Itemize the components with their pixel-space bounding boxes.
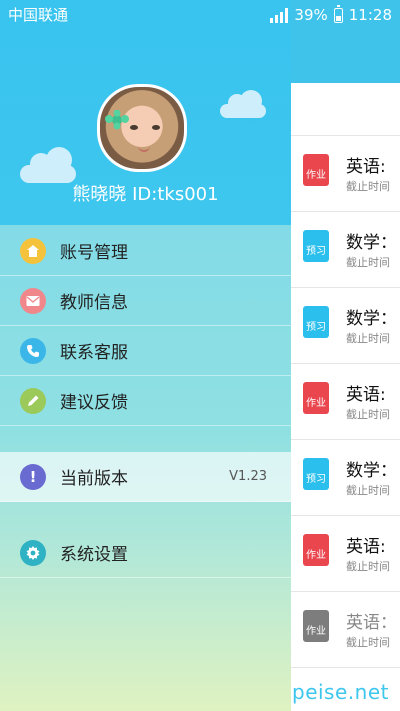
task-item[interactable]: 预习 数学： 截止时间 — [291, 440, 400, 516]
signal-icon — [270, 7, 289, 23]
user-name-id: 熊晓晓 ID:tks001 — [72, 184, 219, 205]
task-item[interactable]: 作业 英语: 截止时间 — [291, 364, 400, 440]
home-icon — [20, 237, 46, 264]
task-item[interactable]: 作业 英语: 截止时间 — [291, 516, 400, 592]
menu-label: 账号管理 — [60, 243, 128, 263]
task-list-panel: 作业 英语: 截止时间 预习 数学： 截止时间 预习 数学： 截止时间 作业 英… — [291, 83, 400, 711]
task-deadline: 截止时间 — [346, 408, 390, 421]
task-subject: 英语： — [346, 613, 397, 633]
menu-item-feedback[interactable]: 建议反馈 — [0, 376, 291, 426]
menu-item-customer-service[interactable]: 联系客服 — [0, 326, 291, 376]
task-deadline: 截止时间 — [346, 180, 390, 193]
pencil-icon — [20, 387, 46, 414]
menu-label: 当前版本 — [60, 469, 128, 489]
task-item[interactable]: 预习 数学： 截止时间 — [291, 212, 400, 288]
preview-icon: 预习 — [303, 455, 329, 490]
flower-icon — [103, 110, 131, 130]
menu-label: 建议反馈 — [60, 393, 128, 413]
status-indicators: 39% 11:28 — [270, 0, 392, 30]
task-deadline: 截止时间 — [346, 484, 390, 497]
navigation-drawer: 熊晓晓 ID:tks001 账号管理 教师信息 联系客服 建议反馈 ! 当前版本… — [0, 0, 291, 711]
menu-item-version[interactable]: ! 当前版本 V1.23 — [0, 452, 291, 502]
status-bar: 中国联通 39% 11:28 — [0, 0, 400, 30]
version-number: V1.23 — [229, 469, 267, 484]
task-subject: 数学： — [346, 233, 397, 253]
task-item[interactable]: 作业 英语: 截止时间 — [291, 136, 400, 212]
menu-item-settings[interactable]: 系统设置 — [0, 528, 291, 578]
clock-time: 11:28 — [348, 6, 392, 24]
gear-icon — [20, 539, 46, 566]
mail-icon — [20, 287, 46, 314]
carrier-name: 中国联通 — [8, 6, 69, 24]
homework-icon: 作业 — [303, 151, 329, 186]
menu-divider — [0, 426, 291, 452]
task-deadline: 截止时间 — [346, 560, 390, 573]
menu-label: 教师信息 — [60, 293, 128, 313]
info-icon: ! — [20, 463, 46, 490]
task-list-header — [291, 83, 400, 136]
menu-divider — [0, 502, 291, 528]
phone-icon — [20, 337, 46, 364]
drawer-menu: 账号管理 教师信息 联系客服 建议反馈 ! 当前版本 V1.23 系统设置 — [0, 226, 291, 578]
task-deadline: 截止时间 — [346, 636, 390, 649]
task-subject: 英语: — [346, 385, 386, 405]
homework-icon: 作业 — [303, 607, 329, 642]
menu-item-teacher-info[interactable]: 教师信息 — [0, 276, 291, 326]
task-subject: 数学： — [346, 461, 397, 481]
cloud-decoration — [220, 90, 266, 118]
menu-label: 系统设置 — [60, 545, 128, 565]
task-subject: 数学： — [346, 309, 397, 329]
preview-icon: 预习 — [303, 303, 329, 338]
task-subject: 英语: — [346, 157, 386, 177]
preview-icon: 预习 — [303, 227, 329, 262]
task-item[interactable]: 作业 英语： 截止时间 — [291, 592, 400, 668]
task-deadline: 截止时间 — [346, 332, 390, 345]
homework-icon: 作业 — [303, 531, 329, 566]
homework-icon: 作业 — [303, 379, 329, 414]
task-deadline: 截止时间 — [346, 256, 390, 269]
task-item[interactable]: 预习 数学： 截止时间 — [291, 288, 400, 364]
watermark-text: peise.net — [292, 680, 389, 704]
menu-item-account[interactable]: 账号管理 — [0, 226, 291, 276]
profile-header: 熊晓晓 ID:tks001 — [0, 30, 291, 226]
battery-icon — [333, 4, 343, 23]
battery-percent: 39% — [294, 6, 328, 24]
task-subject: 英语: — [346, 537, 386, 557]
menu-label: 联系客服 — [60, 343, 128, 363]
